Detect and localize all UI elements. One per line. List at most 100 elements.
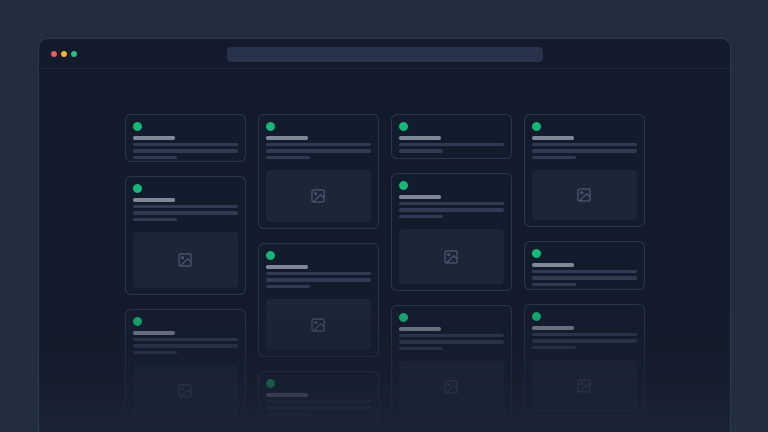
minimize-button[interactable] <box>61 51 67 57</box>
text-line-placeholder <box>532 276 637 280</box>
feed-card-skeleton[interactable] <box>125 114 246 162</box>
browser-window <box>38 38 731 432</box>
traffic-lights <box>51 51 77 57</box>
text-line-placeholder <box>532 283 576 287</box>
window-titlebar <box>39 39 730 69</box>
image-icon <box>576 378 592 394</box>
text-line-placeholder <box>399 334 504 338</box>
title-placeholder <box>266 136 308 140</box>
feed-card-skeleton[interactable] <box>125 309 246 424</box>
text-line-placeholder <box>133 211 238 215</box>
text-line-placeholder <box>133 338 238 342</box>
status-dot-icon <box>532 312 541 321</box>
status-dot-icon <box>399 181 408 190</box>
title-placeholder <box>532 326 574 330</box>
feed-card-skeleton[interactable] <box>391 114 512 159</box>
status-dot-icon <box>133 122 142 131</box>
text-line-placeholder <box>133 205 238 209</box>
feed-card-skeleton[interactable] <box>524 114 645 227</box>
title-placeholder <box>399 327 441 331</box>
title-placeholder <box>133 198 175 202</box>
image-placeholder <box>266 170 371 222</box>
text-line-placeholder <box>399 215 443 219</box>
grid-column-4 <box>524 114 645 432</box>
image-icon <box>177 383 193 399</box>
text-line-placeholder <box>532 143 637 147</box>
page-background: { "window": { "traffic_lights": [ { "nam… <box>0 0 768 432</box>
text-line-placeholder <box>399 347 443 351</box>
image-placeholder <box>399 229 504 284</box>
title-placeholder <box>133 136 175 140</box>
image-icon <box>310 317 326 333</box>
image-icon <box>576 187 592 203</box>
feed-card-skeleton[interactable] <box>391 173 512 291</box>
image-placeholder <box>532 170 637 220</box>
feed-card-skeleton[interactable] <box>524 304 645 419</box>
text-line-placeholder <box>266 143 371 147</box>
image-icon <box>177 252 193 268</box>
text-line-placeholder <box>266 149 371 153</box>
text-line-placeholder <box>532 333 637 337</box>
text-line-placeholder <box>266 272 371 276</box>
text-line-placeholder <box>399 202 504 206</box>
text-line-placeholder <box>133 344 238 348</box>
text-line-placeholder <box>532 156 576 160</box>
status-dot-icon <box>266 122 275 131</box>
status-dot-icon <box>399 122 408 131</box>
feed-card-skeleton[interactable] <box>258 114 379 229</box>
url-bar[interactable] <box>227 47 543 62</box>
text-line-placeholder <box>532 346 576 350</box>
status-dot-icon <box>532 122 541 131</box>
status-dot-icon <box>266 251 275 260</box>
text-line-placeholder <box>399 143 504 147</box>
text-line-placeholder <box>266 413 310 417</box>
maximize-button[interactable] <box>71 51 77 57</box>
text-line-placeholder <box>133 351 177 355</box>
status-dot-icon <box>532 249 541 258</box>
image-placeholder <box>266 427 371 432</box>
text-line-placeholder <box>399 149 443 153</box>
text-line-placeholder <box>399 208 504 212</box>
text-line-placeholder <box>266 400 371 404</box>
status-dot-icon <box>266 379 275 388</box>
text-line-placeholder <box>266 156 310 160</box>
grid-column-1 <box>125 114 246 432</box>
image-icon <box>310 188 326 204</box>
status-dot-icon <box>399 313 408 322</box>
grid-column-3 <box>391 114 512 432</box>
feed-card-skeleton[interactable] <box>258 243 379 357</box>
title-placeholder <box>266 393 308 397</box>
status-dot-icon <box>133 184 142 193</box>
image-placeholder <box>133 232 238 288</box>
text-line-placeholder <box>532 339 637 343</box>
card-grid <box>39 69 730 432</box>
text-line-placeholder <box>266 285 310 289</box>
feed-card-skeleton[interactable] <box>125 176 246 295</box>
image-placeholder <box>266 299 371 350</box>
text-line-placeholder <box>399 340 504 344</box>
text-line-placeholder <box>266 406 371 410</box>
close-button[interactable] <box>51 51 57 57</box>
image-placeholder <box>399 361 504 413</box>
title-placeholder <box>532 263 574 267</box>
feed-card-skeleton[interactable] <box>258 371 379 432</box>
status-dot-icon <box>133 317 142 326</box>
feed-card-skeleton[interactable] <box>391 305 512 420</box>
text-line-placeholder <box>532 149 637 153</box>
text-line-placeholder <box>133 218 177 222</box>
grid-column-2 <box>258 114 379 432</box>
title-placeholder <box>133 331 175 335</box>
image-placeholder <box>532 360 637 412</box>
title-placeholder <box>399 136 441 140</box>
text-line-placeholder <box>133 149 238 153</box>
image-icon <box>443 379 459 395</box>
image-icon <box>443 249 459 265</box>
image-placeholder <box>133 365 238 417</box>
feed-card-skeleton[interactable] <box>524 241 645 290</box>
title-placeholder <box>532 136 574 140</box>
text-line-placeholder <box>266 278 371 282</box>
title-placeholder <box>266 265 308 269</box>
text-line-placeholder <box>532 270 637 274</box>
title-placeholder <box>399 195 441 199</box>
text-line-placeholder <box>133 143 238 147</box>
